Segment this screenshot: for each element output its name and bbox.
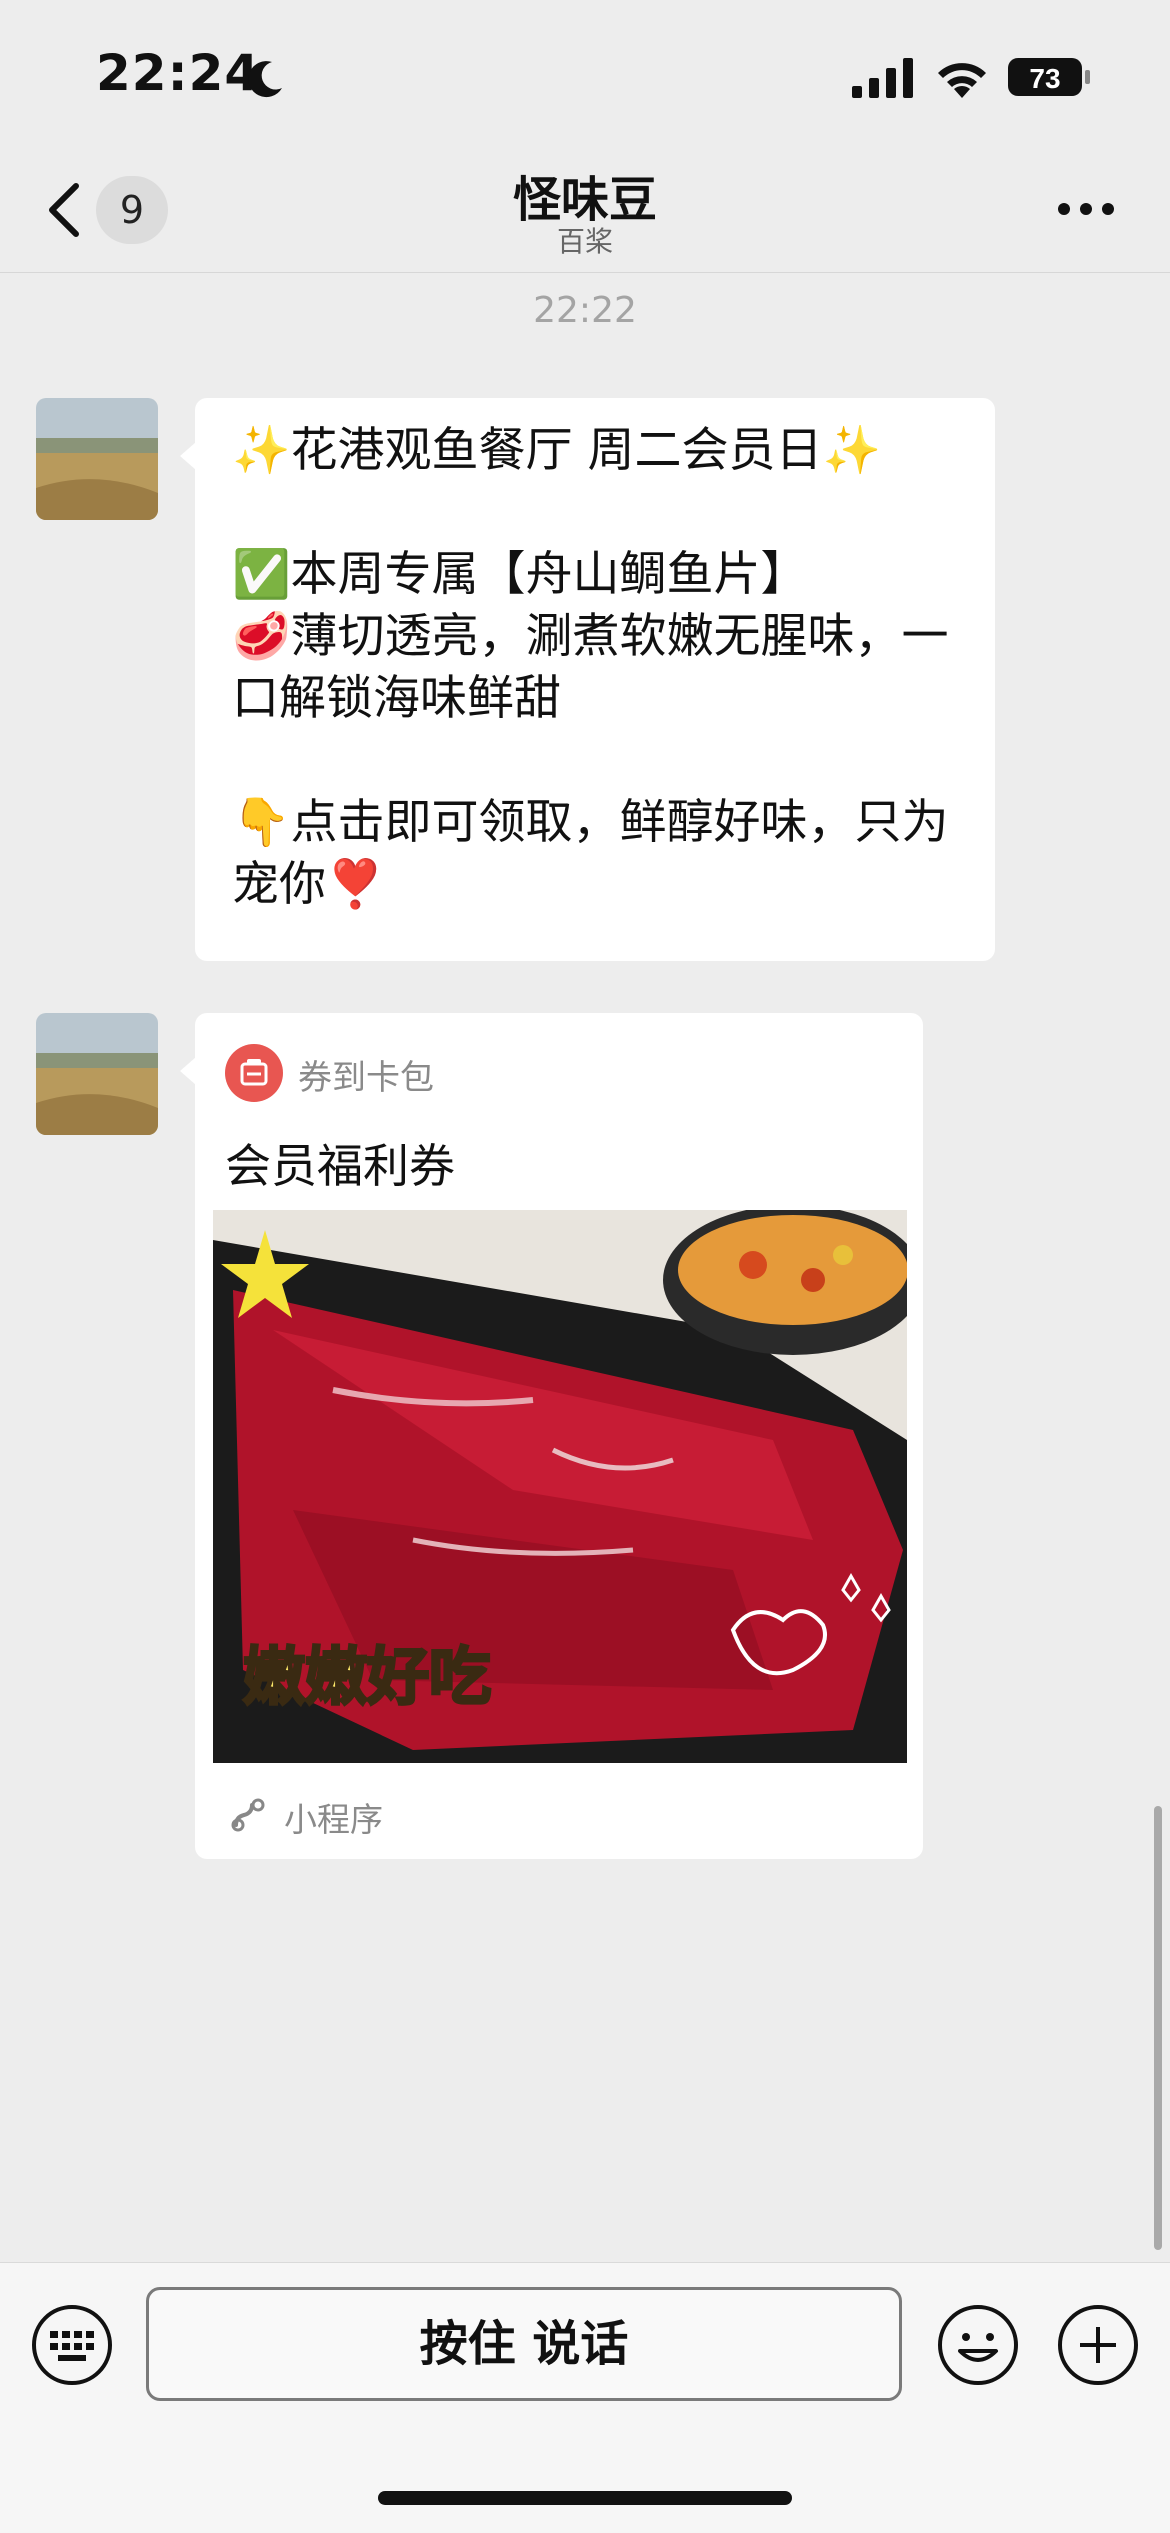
message-timestamp: 22:22 — [533, 290, 637, 331]
status-bar: 22:24 73 — [0, 0, 1170, 150]
mini-program-label: 小程序 — [284, 1800, 383, 1839]
keyboard-icon[interactable] — [30, 2303, 114, 2387]
wifi-icon — [938, 63, 986, 98]
plus-icon[interactable] — [1056, 2303, 1140, 2387]
chat-header: 9 怪味豆 百桨 — [0, 150, 1170, 273]
avatar-landscape-image — [36, 1013, 158, 1135]
mini-program-icon — [231, 1798, 265, 1832]
message-text: ✨花港观鱼餐厅 周二会员日✨ ✅本周专属【舟山鲷鱼片】 🥩薄切透亮，涮煮软嫩无腥… — [232, 423, 949, 912]
more-options-icon[interactable] — [1056, 194, 1116, 224]
cellular-signal-icon — [852, 58, 913, 98]
bubble-tail — [180, 442, 196, 470]
battery-icon: 73 — [1008, 58, 1090, 96]
status-time: 22:24 — [96, 44, 261, 102]
coupon-source-icon — [225, 1044, 283, 1102]
bubble-tail — [180, 1057, 196, 1085]
card-title: 会员福利券 — [225, 1139, 455, 1193]
chat-subtitle: 百桨 — [556, 225, 613, 258]
scrollbar[interactable] — [1154, 1806, 1162, 2250]
avatar-landscape-image — [36, 398, 158, 520]
image-caption-text: 嫩嫩好吃 — [243, 1640, 491, 1713]
input-bar: 按住 说话 — [0, 2262, 1170, 2533]
moon-icon — [248, 61, 282, 98]
sender-avatar[interactable] — [36, 398, 158, 520]
emoji-icon[interactable] — [936, 2303, 1020, 2387]
battery-level: 73 — [1029, 63, 1060, 94]
hold-to-talk-button[interactable]: 按住 说话 — [146, 2287, 902, 2401]
card-source-label: 券到卡包 — [298, 1058, 434, 1098]
card-preview-image[interactable]: 嫩嫩好吃 — [213, 1210, 907, 1763]
sender-avatar[interactable] — [36, 1013, 158, 1135]
home-indicator — [378, 2491, 792, 2505]
